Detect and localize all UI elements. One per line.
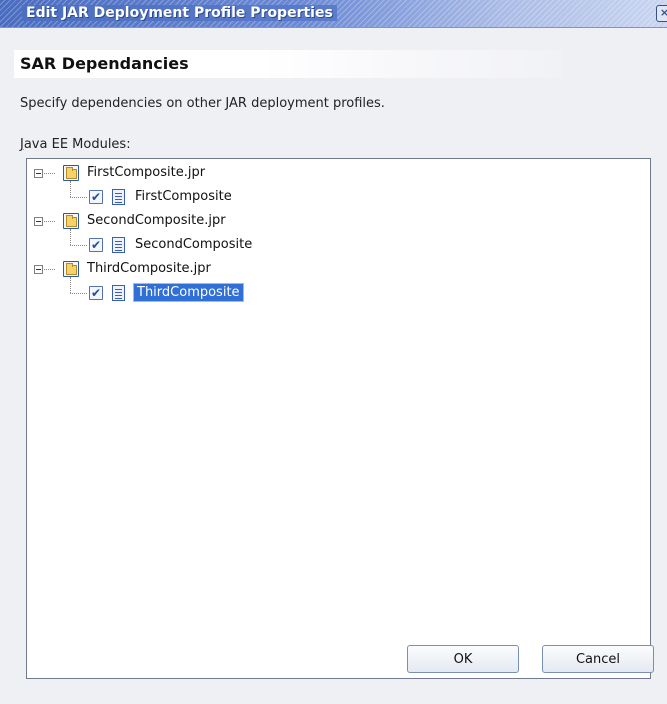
title-bar: Edit JAR Deployment Profile Properties × bbox=[0, 0, 667, 28]
collapse-toggle[interactable] bbox=[34, 169, 43, 178]
section-header: SAR Dependancies bbox=[14, 50, 562, 78]
tree-connector bbox=[70, 229, 71, 245]
description-text: Specify dependencies on other JAR deploy… bbox=[20, 96, 385, 111]
page-title: SAR Dependancies bbox=[20, 54, 189, 73]
first-composite-checkbox[interactable]: ✔ bbox=[89, 190, 103, 204]
folder-icon bbox=[63, 213, 79, 229]
document-icon bbox=[112, 189, 125, 205]
second-composite-checkbox[interactable]: ✔ bbox=[89, 238, 103, 252]
close-icon[interactable]: × bbox=[656, 5, 667, 22]
tree-connector bbox=[70, 181, 71, 197]
tree-node-first-composite-jpr[interactable]: FirstComposite.jpr bbox=[87, 165, 205, 180]
folder-icon bbox=[63, 165, 79, 181]
document-icon bbox=[112, 285, 125, 301]
window-title: Edit JAR Deployment Profile Properties bbox=[22, 5, 337, 21]
cancel-button[interactable]: Cancel bbox=[542, 645, 654, 673]
modules-label-text: ava EE Modules: bbox=[23, 137, 131, 152]
tree-connector bbox=[70, 245, 87, 246]
collapse-toggle[interactable] bbox=[34, 217, 43, 226]
tree-item-second-composite[interactable]: SecondComposite bbox=[135, 237, 252, 252]
third-composite-checkbox[interactable]: ✔ bbox=[89, 286, 103, 300]
java-ee-modules-label: Java EE Modules: bbox=[20, 137, 131, 152]
collapse-toggle[interactable] bbox=[34, 265, 43, 274]
modules-tree[interactable]: FirstComposite.jpr ✔ FirstComposite Seco… bbox=[26, 158, 651, 679]
tree-node-third-composite-jpr[interactable]: ThirdComposite.jpr bbox=[87, 261, 211, 276]
tree-item-first-composite[interactable]: FirstComposite bbox=[135, 189, 232, 204]
document-icon bbox=[112, 237, 125, 253]
folder-icon bbox=[63, 261, 79, 277]
tree-connector bbox=[44, 269, 55, 270]
tree-connector bbox=[70, 277, 71, 293]
tree-connector bbox=[44, 173, 55, 174]
tree-connector bbox=[70, 293, 87, 294]
tree-item-third-composite[interactable]: ThirdComposite bbox=[133, 283, 244, 302]
tree-connector bbox=[44, 221, 55, 222]
tree-node-second-composite-jpr[interactable]: SecondComposite.jpr bbox=[87, 213, 226, 228]
tree-connector bbox=[70, 197, 87, 198]
ok-button[interactable]: OK bbox=[407, 645, 519, 673]
